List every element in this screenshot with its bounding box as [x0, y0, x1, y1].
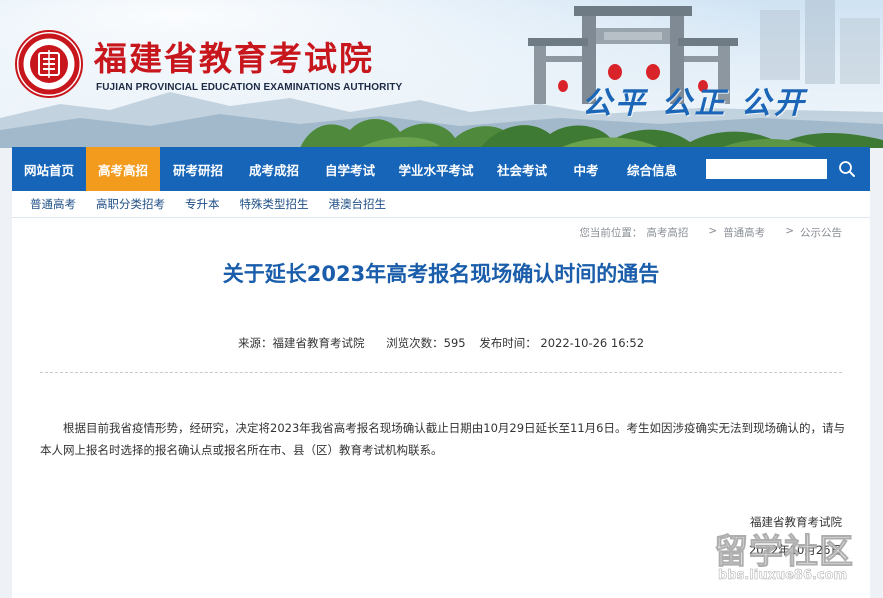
meta-divider	[40, 372, 842, 373]
breadcrumb: 您当前位置： 高考高招 > 普通高考 > 公示公告	[579, 225, 842, 240]
nav-item-zhongkao[interactable]: 中考	[560, 147, 612, 191]
search-input[interactable]	[706, 159, 827, 179]
article-body: 根据目前我省疫情形势，经研究，决定将2023年我省高考报名现场确认截止日期由10…	[40, 421, 845, 457]
article-container: 您当前位置： 高考高招 > 普通高考 > 公示公告 关于延长2023年高考报名现…	[12, 218, 870, 598]
breadcrumb-item-notices[interactable]: 公示公告	[800, 225, 842, 240]
nav-item-general-info[interactable]: 综合信息	[612, 147, 692, 191]
main-nav: 网站首页 高考高招 研考研招 成考成招 自学考试 学业水平考试 社会考试 中考 …	[12, 147, 870, 191]
subnav-item-upgrade[interactable]: 专升本	[185, 196, 220, 212]
site-title: 福建省教育考试院	[94, 39, 374, 78]
breadcrumb-item-gaokao[interactable]: 高考高招	[646, 225, 688, 240]
subnav-item-special-type[interactable]: 特殊类型招生	[240, 196, 309, 212]
banner-slogan: 公平 公正 公开	[582, 86, 807, 121]
subnav-item-regular-gaokao[interactable]: 普通高考	[30, 196, 76, 212]
breadcrumb-separator: >	[785, 225, 794, 237]
signature-organization: 福建省教育考试院	[750, 515, 842, 529]
nav-item-home[interactable]: 网站首页	[12, 147, 86, 191]
subnav-item-vocational[interactable]: 高职分类招考	[96, 196, 165, 212]
article-view-count: 浏览次数：595	[386, 336, 466, 350]
article-source: 来源：福建省教育考试院	[237, 336, 365, 350]
site-banner: 福建省教育考试院 FUJIAN PROVINCIAL EDUCATION EXA…	[0, 0, 883, 148]
breadcrumb-prefix: 您当前位置：	[579, 227, 643, 239]
nav-item-self-study[interactable]: 自学考试	[312, 147, 388, 191]
breadcrumb-item-regular[interactable]: 普通高考	[723, 225, 765, 240]
article-meta: 来源：福建省教育考试院 浏览次数：595 发布时间： 2022-10-26 16…	[12, 335, 870, 351]
nav-item-adult-exam[interactable]: 成考成招	[236, 147, 312, 191]
sub-nav: 普通高考 高职分类招考 专升本 特殊类型招生 港澳台招生	[12, 191, 870, 218]
breadcrumb-separator: >	[708, 225, 718, 237]
exam-authority-seal-icon	[15, 30, 83, 98]
site-subtitle: FUJIAN PROVINCIAL EDUCATION EXAMINATIONS…	[96, 82, 403, 93]
signature-date: 2022年10月26日	[748, 543, 842, 557]
subnav-item-hk-macao-taiwan[interactable]: 港澳台招生	[329, 196, 387, 212]
nav-item-gaokao[interactable]: 高考高招	[86, 147, 160, 191]
nav-item-social-exam[interactable]: 社会考试	[484, 147, 560, 191]
nav-item-proficiency[interactable]: 学业水平考试	[388, 147, 484, 191]
search-icon	[839, 161, 855, 177]
search-button[interactable]	[832, 157, 862, 181]
article-publish-time: 发布时间： 2022-10-26 16:52	[479, 336, 645, 350]
article-title: 关于延长2023年高考报名现场确认时间的通告	[222, 262, 660, 286]
nav-item-postgrad[interactable]: 研考研招	[160, 147, 236, 191]
